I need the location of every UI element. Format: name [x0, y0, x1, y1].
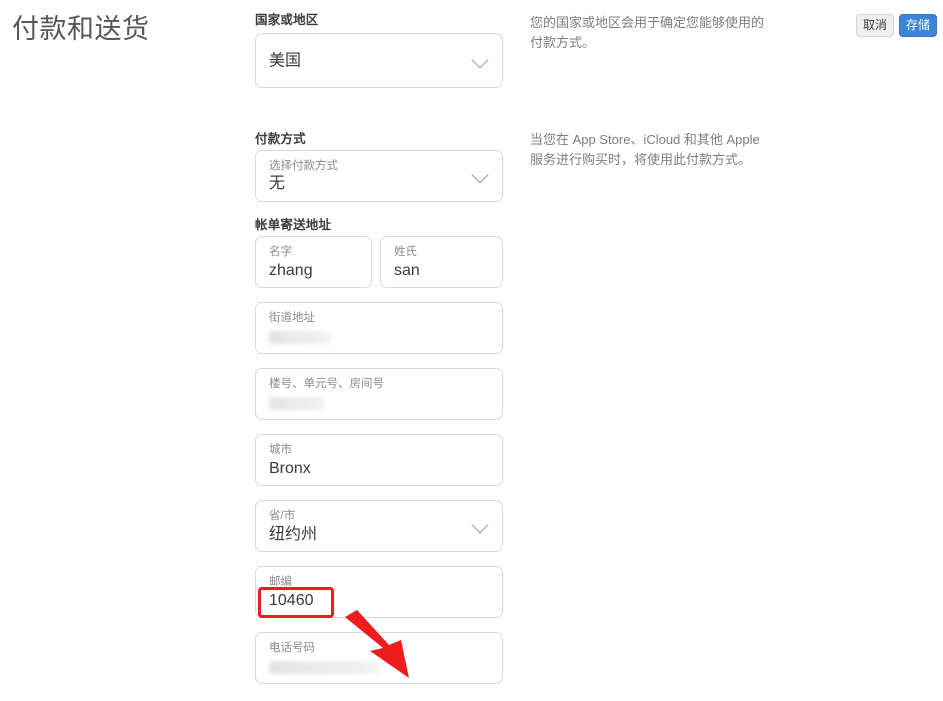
- chevron-down-icon: [471, 51, 489, 68]
- payment-help-text: 当您在 App Store、iCloud 和其他 Apple 服务进行购买时，将…: [530, 132, 760, 167]
- payment-method-select[interactable]: 选择付款方式 无: [255, 150, 503, 202]
- city-field[interactable]: 城市 Bronx: [255, 434, 503, 486]
- chevron-down-icon: [471, 516, 489, 534]
- country-value: 美国: [269, 52, 302, 69]
- payment-method-label: 选择付款方式: [269, 160, 338, 172]
- country-help-text: 您的国家或地区会用于确定您能够使用的付款方式。: [530, 15, 765, 50]
- last-name-field[interactable]: 姓氏 san: [380, 236, 503, 288]
- payment-method-value: 无: [269, 175, 286, 192]
- zip-code-field[interactable]: 邮编 10460: [255, 566, 503, 618]
- street-address-label: 街道地址: [269, 312, 315, 324]
- zip-code-value: 10460: [269, 592, 314, 609]
- phone-number-redacted-value: [269, 661, 379, 674]
- apartment-label: 楼号、单元号、房间号: [269, 378, 384, 390]
- street-address-field[interactable]: 街道地址: [255, 302, 503, 354]
- first-name-field[interactable]: 名字 zhang: [255, 236, 372, 288]
- cancel-button[interactable]: 取消: [855, 14, 894, 37]
- payment-and-shipping-page: 付款和送货 取消 存储 国家或地区 美国 您的国家或地区会用于确定您能够使用的付…: [0, 0, 943, 701]
- payment-section-heading: 付款方式: [255, 132, 306, 146]
- city-label: 城市: [269, 444, 292, 456]
- city-value: Bronx: [269, 460, 311, 477]
- page-title: 付款和送货: [12, 14, 150, 44]
- country-section-heading: 国家或地区: [255, 13, 319, 27]
- last-name-label: 姓氏: [394, 246, 417, 258]
- first-name-label: 名字: [269, 246, 292, 258]
- chevron-down-icon: [471, 166, 489, 184]
- country-select[interactable]: 美国: [255, 33, 503, 88]
- state-select[interactable]: 省/市 纽约州: [255, 500, 503, 552]
- zip-code-label: 邮编: [269, 576, 292, 588]
- toolbar-actions: 取消 存储: [855, 14, 937, 37]
- street-address-redacted-value: [269, 331, 331, 344]
- save-button[interactable]: 存储: [898, 14, 937, 37]
- apartment-field[interactable]: 楼号、单元号、房间号: [255, 368, 503, 420]
- apartment-redacted-value: [269, 397, 325, 410]
- state-label: 省/市: [269, 510, 296, 522]
- billing-section-heading: 帐单寄送地址: [255, 218, 332, 232]
- phone-number-label: 电话号码: [269, 642, 315, 654]
- state-value: 纽约州: [269, 526, 318, 543]
- last-name-value: san: [394, 262, 420, 279]
- phone-number-field[interactable]: 电话号码: [255, 632, 503, 684]
- first-name-value: zhang: [269, 262, 313, 279]
